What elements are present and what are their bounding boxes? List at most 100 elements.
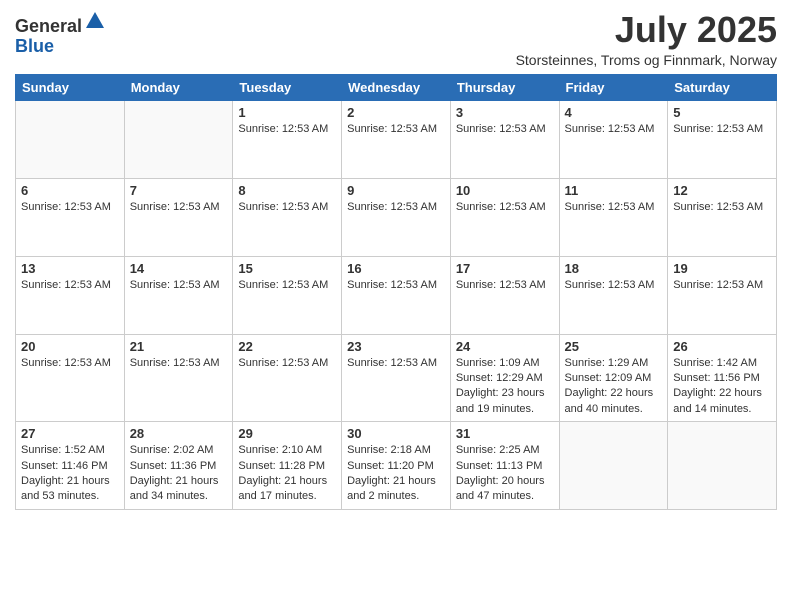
day-number: 29 — [238, 426, 336, 441]
calendar-day-cell: 11 Sunrise: 12:53 AM — [559, 178, 668, 256]
calendar-day-cell: 2 Sunrise: 12:53 AM — [342, 100, 451, 178]
calendar-day-cell — [668, 422, 777, 510]
day-info: Sunrise: 12:53 AM — [21, 356, 119, 371]
calendar-day-cell: 19 Sunrise: 12:53 AM — [668, 256, 777, 334]
day-number: 14 — [130, 261, 228, 276]
calendar-day-cell: 3 Sunrise: 12:53 AM — [450, 100, 559, 178]
day-info: Sunrise: 12:53 AM — [130, 278, 228, 293]
day-number: 7 — [130, 183, 228, 198]
calendar-week-row: 6Sunrise: 12:53 AM7Sunrise: 12:53 AM8Sun… — [16, 178, 777, 256]
day-number: 16 — [347, 261, 445, 276]
day-number: 27 — [21, 426, 119, 441]
day-info: Sunrise: 1:09 AMSunset: 12:29 AMDaylight… — [456, 356, 554, 418]
day-info: Sunrise: 12:53 AM — [130, 200, 228, 215]
calendar-day-cell: 18Sunrise: 12:53 AM — [559, 256, 668, 334]
day-info: Sunrise: 1:42 AMSunset: 11:56 PMDaylight… — [673, 356, 771, 418]
calendar-day-cell: 20Sunrise: 12:53 AM — [16, 334, 125, 422]
calendar-day-cell: 28 Sunrise: 2:02 AMSunset: 11:36 PMDaylig… — [124, 422, 233, 510]
day-info: Sunrise: 12:53 AM — [565, 122, 663, 137]
day-info: Sunrise: 2:10 AMSunset: 11:28 PMDaylight… — [238, 443, 336, 505]
day-number: 23 — [347, 339, 445, 354]
header: General Blue July 2025 Storsteinnes, Tro… — [15, 10, 777, 68]
calendar-day-cell: 1Sunrise: 12:53 AM — [233, 100, 342, 178]
calendar-day-cell: 6Sunrise: 12:53 AM — [16, 178, 125, 256]
calendar-day-cell: 29 Sunrise: 2:10 AMSunset: 11:28 PMDaylig… — [233, 422, 342, 510]
calendar-day-cell: 21Sunrise: 12:53 AM — [124, 334, 233, 422]
day-number: 25 — [565, 339, 663, 354]
calendar-header-cell: Wednesday — [342, 74, 451, 100]
calendar-day-cell — [16, 100, 125, 178]
calendar-header-cell: Monday — [124, 74, 233, 100]
day-number: 10 — [456, 183, 554, 198]
logo-text: General — [15, 10, 106, 37]
day-info: Sunrise: 12:53 AM — [347, 122, 445, 137]
day-number: 19 — [673, 261, 771, 276]
day-number: 24 — [456, 339, 554, 354]
calendar-day-cell: 13 Sunrise: 12:53 AM — [16, 256, 125, 334]
day-info: Sunrise: 2:25 AMSunset: 11:13 PMDaylight… — [456, 443, 554, 505]
calendar-day-cell: 16 Sunrise: 12:53 AM — [342, 256, 451, 334]
day-number: 3 — [456, 105, 554, 120]
day-info: Sunrise: 12:53 AM — [673, 200, 771, 215]
day-number: 15 — [238, 261, 336, 276]
calendar-day-cell: 31 Sunrise: 2:25 AMSunset: 11:13 PMDaylig… — [450, 422, 559, 510]
day-info: Sunrise: 2:18 AMSunset: 11:20 PMDaylight… — [347, 443, 445, 505]
logo: General Blue — [15, 10, 106, 57]
day-number: 9 — [347, 183, 445, 198]
calendar-week-row: 27 Sunrise: 1:52 AMSunset: 11:46 PMDaylig… — [16, 422, 777, 510]
calendar-day-cell: 24 Sunrise: 1:09 AMSunset: 12:29 AMDaylig… — [450, 334, 559, 422]
day-number: 2 — [347, 105, 445, 120]
day-number: 12 — [673, 183, 771, 198]
calendar-day-cell: 10 Sunrise: 12:53 AM — [450, 178, 559, 256]
calendar-day-cell: 22Sunrise: 12:53 AM — [233, 334, 342, 422]
day-info: Sunrise: 12:53 AM — [565, 278, 663, 293]
day-number: 11 — [565, 183, 663, 198]
day-info: Sunrise: 12:53 AM — [565, 200, 663, 215]
day-number: 17 — [456, 261, 554, 276]
calendar-header-cell: Tuesday — [233, 74, 342, 100]
day-info: Sunrise: 1:52 AMSunset: 11:46 PMDaylight… — [21, 443, 119, 505]
day-info: Sunrise: 12:53 AM — [238, 200, 336, 215]
logo-blue-text: Blue — [15, 37, 106, 57]
day-info: Sunrise: 12:53 AM — [130, 356, 228, 371]
calendar-day-cell: 14 Sunrise: 12:53 AM — [124, 256, 233, 334]
calendar-day-cell: 4 Sunrise: 12:53 AM — [559, 100, 668, 178]
calendar-day-cell: 23Sunrise: 12:53 AM — [342, 334, 451, 422]
calendar-day-cell: 17 Sunrise: 12:53 AM — [450, 256, 559, 334]
day-number: 13 — [21, 261, 119, 276]
logo-general: General — [15, 16, 82, 36]
page: General Blue July 2025 Storsteinnes, Tro… — [0, 0, 792, 612]
calendar-week-row: 13Sunrise: 12:53 AM14Sunrise: 12:53 AM15… — [16, 256, 777, 334]
day-number: 4 — [565, 105, 663, 120]
day-info: Sunrise: 2:02 AMSunset: 11:36 PMDaylight… — [130, 443, 228, 505]
calendar-day-cell: 8Sunrise: 12:53 AM — [233, 178, 342, 256]
day-info: Sunrise: 12:53 AM — [238, 356, 336, 371]
calendar-header-cell: Friday — [559, 74, 668, 100]
day-number: 5 — [673, 105, 771, 120]
title-block: July 2025 Storsteinnes, Troms og Finnmar… — [516, 10, 777, 68]
logo-blue: Blue — [15, 36, 54, 56]
day-info: Sunrise: 12:53 AM — [347, 278, 445, 293]
calendar-header-cell: Thursday — [450, 74, 559, 100]
day-info: Sunrise: 12:53 AM — [673, 278, 771, 293]
day-info: Sunrise: 12:53 AM — [456, 122, 554, 137]
day-number: 26 — [673, 339, 771, 354]
day-number: 30 — [347, 426, 445, 441]
calendar-day-cell: 15 Sunrise: 12:53 AM — [233, 256, 342, 334]
day-info: Sunrise: 12:53 AM — [21, 278, 119, 293]
calendar-week-row: 20Sunrise: 12:53 AM21Sunrise: 12:53 AM22… — [16, 334, 777, 422]
calendar-week-row: 1Sunrise: 12:53 AM 2 Sunrise: 12:53 AM 3 Sun… — [16, 100, 777, 178]
calendar-day-cell: 27 Sunrise: 1:52 AMSunset: 11:46 PMDaylig… — [16, 422, 125, 510]
location: Storsteinnes, Troms og Finnmark, Norway — [516, 52, 777, 68]
calendar-day-cell — [559, 422, 668, 510]
day-info: Sunrise: 12:53 AM — [456, 278, 554, 293]
day-info: Sunrise: 12:53 AM — [673, 122, 771, 137]
day-info: Sunrise: 12:53 AM — [21, 200, 119, 215]
day-info: Sunrise: 12:53 AM — [456, 200, 554, 215]
day-number: 28 — [130, 426, 228, 441]
day-info: Sunrise: 12:53 AM — [238, 278, 336, 293]
calendar-table: SundayMondayTuesdayWednesdayThursdayFrid… — [15, 74, 777, 510]
day-number: 31 — [456, 426, 554, 441]
calendar-day-cell: 7 Sunrise: 12:53 AM — [124, 178, 233, 256]
month-title: July 2025 — [516, 10, 777, 50]
